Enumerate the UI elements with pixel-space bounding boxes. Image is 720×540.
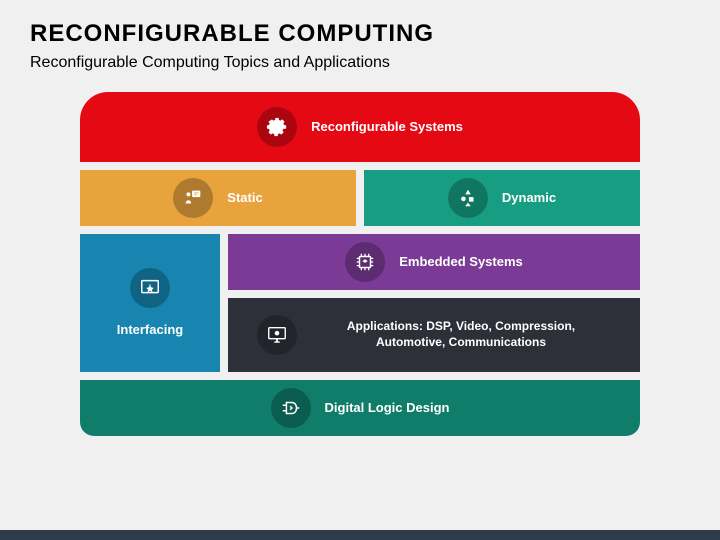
block-digital-logic: Digital Logic Design (80, 380, 640, 436)
block-embedded: Embedded Systems (228, 234, 640, 290)
row-interfacing-right: Interfacing Embedded Systems Application… (80, 234, 640, 372)
right-column: Embedded Systems Applications: DSP, Vide… (228, 234, 640, 372)
block-label: Applications: DSP, Video, Compression, A… (311, 319, 611, 350)
block-label: Dynamic (502, 190, 556, 207)
block-static: Static (80, 170, 356, 226)
block-reconfigurable-systems: Reconfigurable Systems (80, 92, 640, 162)
block-label: Interfacing (117, 322, 183, 339)
footer-bar (0, 530, 720, 540)
row-digital: Digital Logic Design (80, 380, 640, 436)
logic-gate-icon (271, 388, 311, 428)
block-applications: Applications: DSP, Video, Compression, A… (228, 298, 640, 372)
block-label: Reconfigurable Systems (311, 119, 463, 136)
chip-icon (345, 242, 385, 282)
row-static-dynamic: Static Dynamic (80, 170, 640, 226)
block-interfacing: Interfacing (80, 234, 220, 372)
monitor-gear-icon (257, 315, 297, 355)
presenter-icon (173, 178, 213, 218)
diagram-container: Reconfigurable Systems Static Dynamic (80, 92, 640, 436)
block-label: Digital Logic Design (325, 400, 450, 417)
page-title: RECONFIGURABLE COMPUTING (30, 20, 690, 48)
gear-cycle-icon (257, 107, 297, 147)
touch-screen-icon (130, 268, 170, 308)
block-label: Embedded Systems (399, 254, 523, 271)
block-label: Static (227, 190, 262, 207)
shapes-icon (448, 178, 488, 218)
block-dynamic: Dynamic (364, 170, 640, 226)
slide: RECONFIGURABLE COMPUTING Reconfigurable … (0, 0, 720, 540)
page-subtitle: Reconfigurable Computing Topics and Appl… (30, 54, 690, 72)
